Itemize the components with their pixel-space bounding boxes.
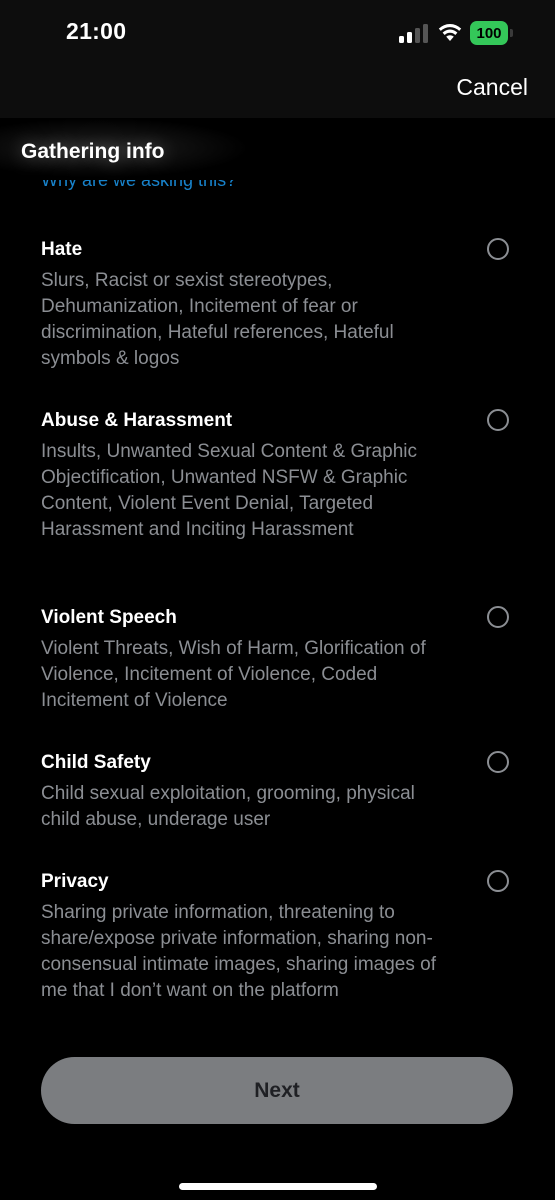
option-description: Insults, Unwanted Sexual Content & Graph… (41, 441, 417, 540)
option-title: Child Safety (41, 752, 151, 773)
option-child-safety[interactable]: Child Safety Child sexual exploitation, … (41, 751, 521, 833)
option-title: Privacy (41, 871, 109, 892)
cellular-signal-icon (399, 24, 428, 43)
option-description: Violent Threats, Wish of Harm, Glorifica… (41, 638, 426, 711)
option-privacy[interactable]: Privacy Sharing private information, thr… (41, 870, 521, 1004)
radio-button-violent-speech[interactable] (487, 606, 509, 628)
option-title: Violent Speech (41, 607, 177, 628)
option-hate[interactable]: Hate Slurs, Racist or sexist stereotypes… (41, 238, 521, 372)
wifi-icon (438, 24, 462, 41)
battery-level: 100 (470, 21, 508, 45)
radio-button-privacy[interactable] (487, 870, 509, 892)
option-description: Child sexual exploitation, grooming, phy… (41, 783, 415, 830)
option-description: Slurs, Racist or sexist stereotypes, Deh… (41, 270, 394, 369)
page-title: Gathering info (21, 140, 165, 163)
battery-indicator: 100 (470, 21, 514, 45)
option-title: Hate (41, 239, 83, 260)
radio-button-child-safety[interactable] (487, 751, 509, 773)
option-abuse-harassment[interactable]: Abuse & Harassment Insults, Unwanted Sex… (41, 409, 521, 543)
status-bar: 21:00 100 (0, 0, 555, 66)
home-indicator[interactable] (179, 1183, 377, 1190)
option-title: Abuse & Harassment (41, 410, 233, 431)
option-description: Sharing private information, threatening… (41, 902, 436, 1001)
battery-tip (510, 29, 513, 37)
next-button[interactable]: Next (41, 1057, 513, 1124)
status-time: 21:00 (66, 18, 127, 44)
radio-button-abuse-harassment[interactable] (487, 409, 509, 431)
report-options-list[interactable]: Gathering info Why are we asking this? H… (0, 118, 555, 1200)
cancel-button[interactable]: Cancel (456, 74, 528, 101)
radio-button-hate[interactable] (487, 238, 509, 260)
option-violent-speech[interactable]: Violent Speech Violent Threats, Wish of … (41, 606, 521, 714)
nav-bar: Cancel (0, 66, 555, 118)
